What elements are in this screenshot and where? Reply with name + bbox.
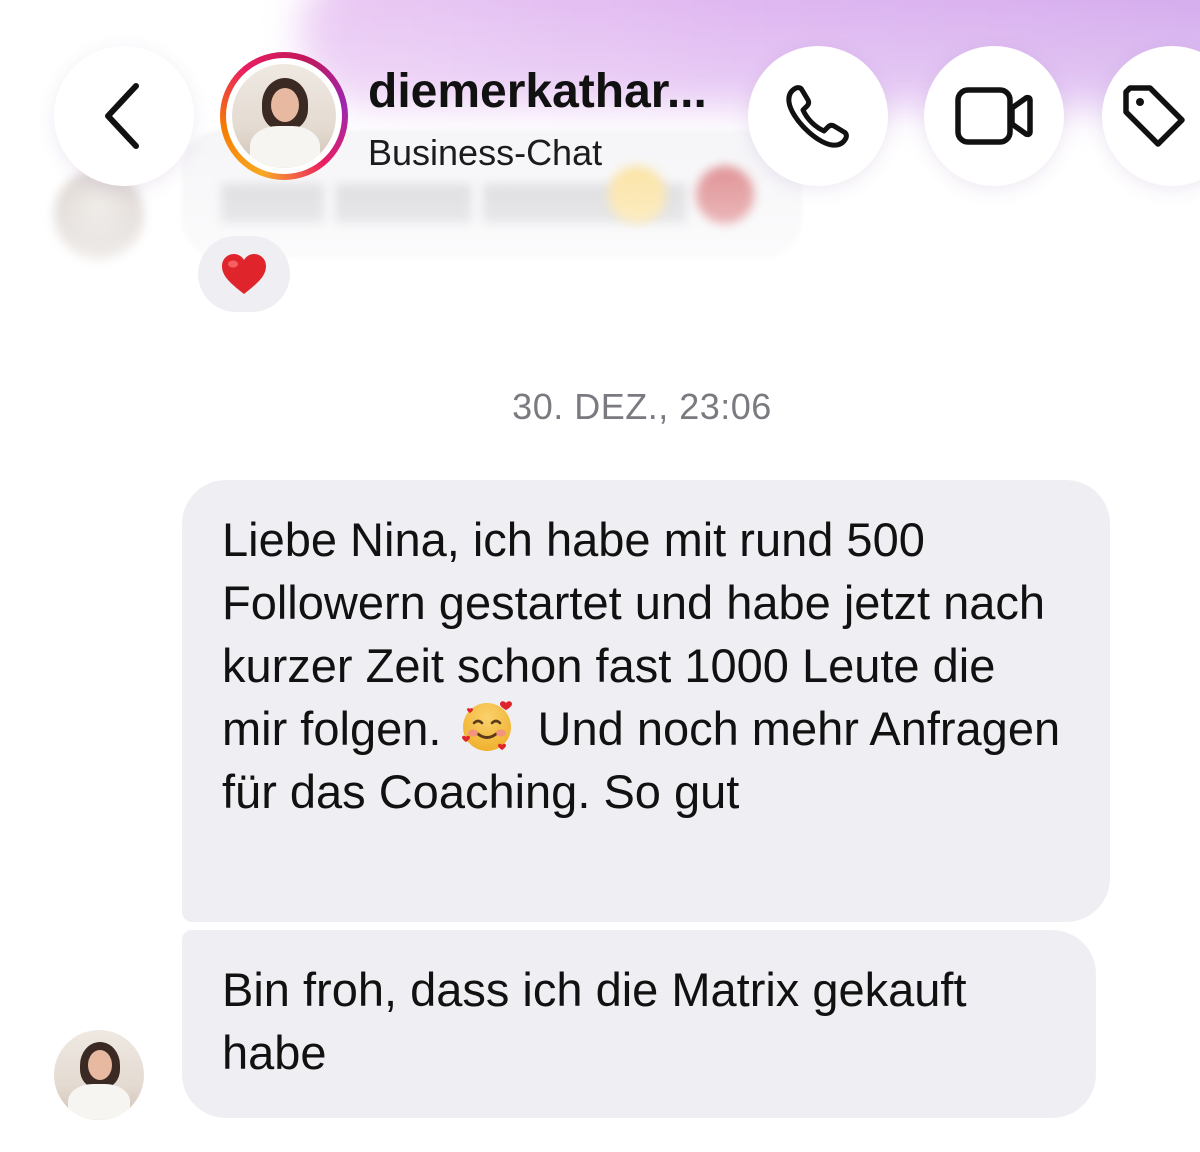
voice-call-button[interactable] [748,46,888,186]
message-timestamp: 30. DEZ., 23:06 [512,386,772,427]
sender-avatar[interactable] [54,1030,144,1120]
contact-avatar[interactable] [220,52,348,180]
message-text: Bin froh, dass ich die Matrix gekauft ha… [222,963,967,1079]
video-call-button[interactable] [924,46,1064,186]
chevron-left-icon [105,83,139,149]
back-button[interactable] [54,46,194,186]
heart-icon [222,254,266,294]
video-camera-icon [955,87,1033,145]
phone-icon [786,85,849,148]
contact-name[interactable]: diemerkathar... [368,64,707,119]
contact-photo [232,64,336,168]
message-bubble[interactable]: Bin froh, dass ich die Matrix gekauft ha… [182,930,1096,1118]
smiling-face-with-hearts-icon [458,697,516,755]
heart-reaction[interactable] [198,236,290,312]
tag-icon [1123,85,1185,147]
chat-screen: ▆▆▆ ▆▆▆▆ ▆▆▆▆▆▆ diemerkathar... Business… [0,0,1200,1152]
message-bubble[interactable]: Liebe Nina, ich habe mit rund 500 Follow… [182,480,1110,922]
chat-type-label: Business-Chat [368,132,603,173]
